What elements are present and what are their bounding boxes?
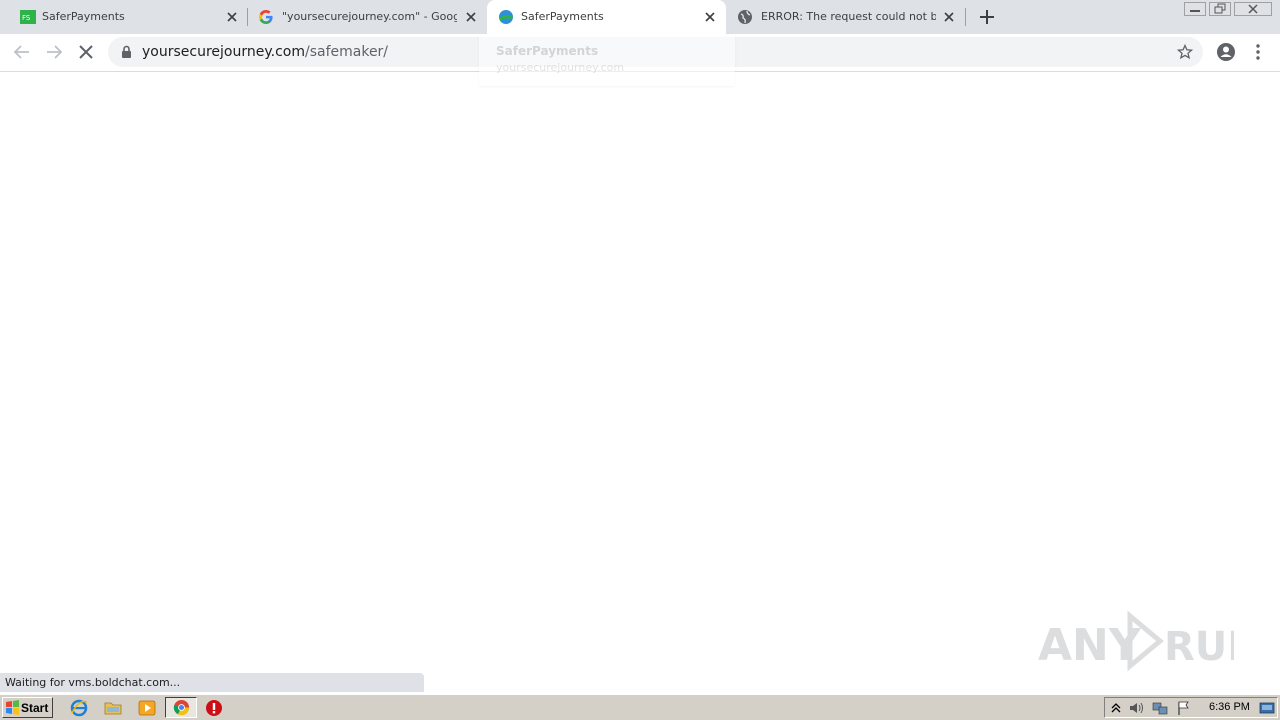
chrome-taskbar-button[interactable] <box>165 697 197 718</box>
close-tab-icon[interactable] <box>941 9 957 25</box>
show-hidden-icons-chevron-icon[interactable] <box>1108 700 1124 716</box>
tab-title: ERROR: The request could not be sa <box>761 10 936 23</box>
back-arrow-icon[interactable] <box>12 42 32 62</box>
tab-google-search[interactable]: "yoursecurejourney.com" - Google S <box>248 0 486 34</box>
lock-icon[interactable] <box>121 45 132 58</box>
close-tab-icon[interactable] <box>224 9 240 25</box>
svg-text:FS: FS <box>22 14 31 22</box>
windows-flag-icon <box>6 700 19 715</box>
watermark-text-any: ANY <box>1038 620 1142 671</box>
status-bubble: Waiting for vms.boldchat.com... <box>0 673 424 692</box>
start-button[interactable]: Start <box>2 697 53 718</box>
saferpayments-green-logo-icon: FS <box>20 10 36 24</box>
tab-saferpayments-1[interactable]: FS SaferPayments <box>8 0 246 34</box>
speaker-volume-icon[interactable] <box>1128 700 1144 716</box>
address-path: /safemaker/ <box>304 44 389 60</box>
start-label: Start <box>21 701 49 715</box>
page-content-area[interactable] <box>0 72 1280 694</box>
tab-title: SaferPayments <box>42 10 125 23</box>
show-desktop-icon[interactable] <box>1259 700 1275 716</box>
google-g-icon <box>259 10 273 24</box>
tab-saferpayments-active[interactable]: SaferPayments <box>487 0 726 34</box>
close-tab-icon[interactable] <box>463 9 479 25</box>
hover-card-title: SaferPayments <box>496 44 599 58</box>
opera-stop-icon[interactable] <box>205 699 223 717</box>
tab-strip: FS SaferPayments "yoursecurejourney.com"… <box>0 0 1280 34</box>
close-window-icon[interactable] <box>1234 2 1272 16</box>
file-explorer-folder-icon[interactable] <box>104 699 122 717</box>
address-host: yoursecurejourney.com <box>142 44 305 60</box>
stop-loading-icon[interactable] <box>76 42 96 62</box>
tab-title: "yoursecurejourney.com" - Google S <box>282 10 457 23</box>
watermark-text-run: RUN <box>1164 624 1234 670</box>
new-tab-plus-icon[interactable] <box>977 7 997 27</box>
anyrun-watermark-logo: ANY RUN <box>1038 610 1234 672</box>
network-icon[interactable] <box>1152 700 1168 716</box>
internet-explorer-icon[interactable] <box>70 699 88 717</box>
menu-kebab-icon[interactable] <box>1250 42 1266 62</box>
profile-avatar-icon[interactable] <box>1216 42 1236 62</box>
globe-icon <box>738 10 752 24</box>
address-text[interactable]: yoursecurejourney.com/safemaker/ <box>142 44 388 60</box>
system-tray: 6:36 PM <box>1104 697 1278 718</box>
taskbar-clock[interactable]: 6:36 PM <box>1209 701 1250 713</box>
saferpayments-globe-logo-icon <box>499 10 513 24</box>
close-tab-icon[interactable] <box>702 9 718 25</box>
action-center-flag-icon[interactable] <box>1176 700 1192 716</box>
tab-separator <box>965 8 966 26</box>
status-text: Waiting for vms.boldchat.com... <box>5 676 181 689</box>
tab-error[interactable]: ERROR: The request could not be sa <box>727 0 965 34</box>
restore-window-icon[interactable] <box>1209 2 1231 16</box>
windows-taskbar: Start 6:36 PM <box>0 694 1280 720</box>
chrome-icon <box>173 699 190 716</box>
tab-title: SaferPayments <box>521 10 604 23</box>
media-player-icon[interactable] <box>138 699 156 717</box>
forward-arrow-icon[interactable] <box>44 42 64 62</box>
bookmark-star-icon[interactable] <box>1177 44 1193 60</box>
minimize-window-icon[interactable] <box>1184 2 1206 16</box>
